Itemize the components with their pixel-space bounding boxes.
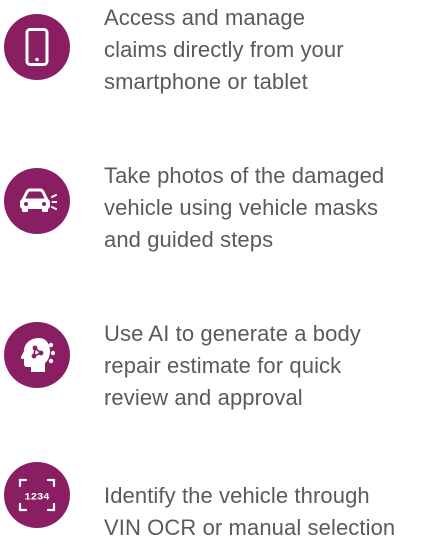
feature-text-line: review and approval [104,385,303,410]
feature-description: Access and manage claims directly from y… [104,2,448,98]
feature-description: Use AI to generate a body repair estimat… [104,318,448,414]
feature-text-line: vehicle using vehicle masks [104,195,379,220]
feature-text-line: and guided steps [104,227,274,252]
vin-scan-icon: 1234 [4,462,70,528]
smartphone-icon [4,14,70,80]
car-camera-icon [4,168,70,234]
feature-description: Identify the vehicle through VIN OCR or … [104,480,448,544]
vin-scan-number: 1234 [24,492,49,504]
feature-text-line: VIN OCR or manual selection [104,515,396,540]
feature-text-line: Take photos of the damaged [104,163,385,188]
feature-text-line: claims directly from your [104,37,344,62]
ai-head-icon [4,322,70,388]
feature-text-line: Access and manage [104,5,306,30]
feature-text-line: Use AI to generate a body [104,321,361,346]
feature-text-line: repair estimate for quick [104,353,342,378]
feature-text-line: Identify the vehicle through [104,483,370,508]
feature-description: Take photos of the damaged vehicle using… [104,160,448,256]
feature-text-line: smartphone or tablet [104,69,308,94]
